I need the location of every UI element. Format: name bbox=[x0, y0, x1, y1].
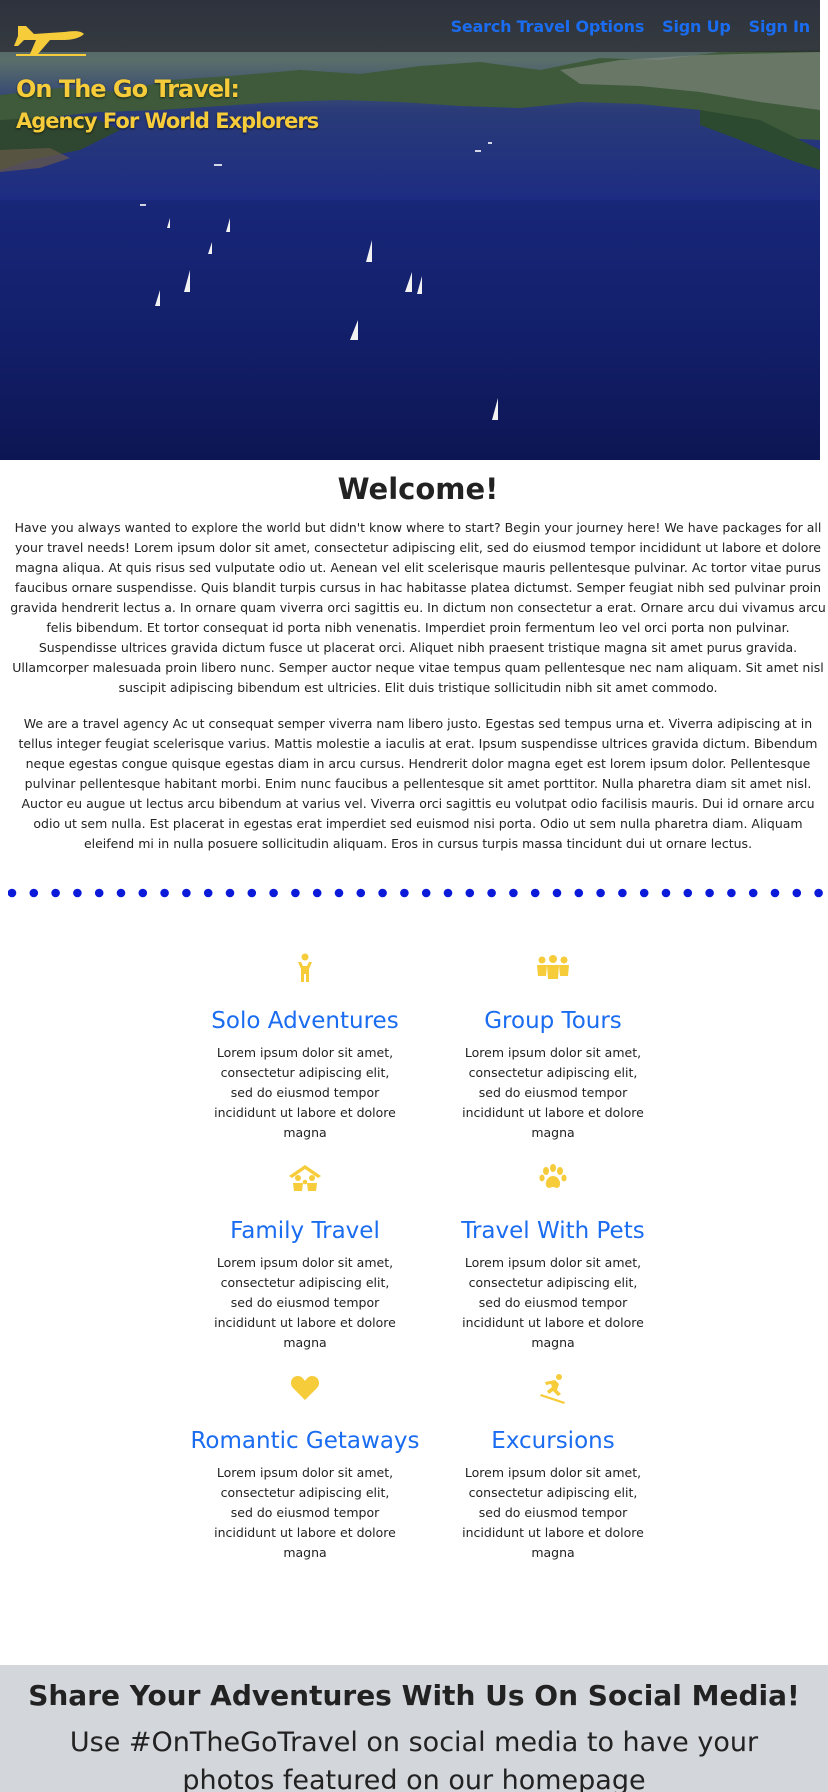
feature-title: Solo Adventures bbox=[211, 1008, 399, 1034]
heart-icon bbox=[290, 1376, 320, 1400]
airplane-logo-icon[interactable] bbox=[14, 16, 88, 56]
divider-dot bbox=[138, 888, 148, 898]
divider-dot bbox=[748, 888, 758, 898]
divider-dot bbox=[574, 888, 584, 898]
divider-dot bbox=[465, 888, 475, 898]
welcome-paragraph-1: Have you always wanted to explore the wo… bbox=[10, 520, 826, 695]
divider-dot bbox=[487, 888, 496, 898]
divider-dot bbox=[334, 888, 344, 898]
feature-card-solo-adventures[interactable]: Solo Adventures Lorem ipsum dolor sit am… bbox=[190, 952, 420, 1162]
divider-dot bbox=[94, 888, 104, 898]
divider-dot bbox=[29, 888, 39, 898]
divider-dot bbox=[73, 888, 82, 898]
nav-link-sign-in[interactable]: Sign In bbox=[749, 17, 811, 36]
feature-text: Lorem ipsum dolor sit amet, consectetur … bbox=[462, 1255, 644, 1350]
divider-dot bbox=[312, 888, 322, 898]
divider-dot bbox=[705, 888, 714, 898]
divider-dot bbox=[683, 888, 693, 898]
divider-dot bbox=[291, 888, 300, 898]
group-icon bbox=[537, 955, 569, 979]
feature-text: Lorem ipsum dolor sit amet, consectetur … bbox=[462, 1045, 644, 1140]
social-text: Use #OnTheGoTravel on social media to ha… bbox=[69, 1727, 759, 1792]
divider-dot bbox=[269, 888, 278, 898]
divider-dot bbox=[443, 888, 453, 898]
feature-text: Lorem ipsum dolor sit amet, consectetur … bbox=[214, 1465, 396, 1560]
feature-title: Travel With Pets bbox=[461, 1218, 645, 1244]
family-home-icon bbox=[289, 1165, 321, 1191]
feature-title: Romantic Getaways bbox=[190, 1428, 420, 1454]
top-navbar: Search Travel Options Sign Up Sign In bbox=[0, 0, 820, 56]
feature-text: Lorem ipsum dolor sit amet, consectetur … bbox=[462, 1465, 644, 1560]
feature-card-family-travel[interactable]: Family Travel Lorem ipsum dolor sit amet… bbox=[190, 1162, 420, 1372]
social-heading: Share Your Adventures With Us On Social … bbox=[28, 1679, 800, 1712]
divider-dot bbox=[596, 888, 605, 898]
divider-dot bbox=[727, 888, 736, 898]
nav-link-sign-up[interactable]: Sign Up bbox=[662, 17, 731, 36]
feature-card-romantic-getaways[interactable]: Romantic Getaways Lorem ipsum dolor sit … bbox=[190, 1372, 420, 1612]
hero-bay-image bbox=[0, 50, 820, 460]
divider-dot bbox=[203, 888, 213, 898]
divider-dot bbox=[552, 888, 562, 898]
solo-traveler-icon bbox=[298, 953, 312, 982]
brand-title: On The Go Travel: Agency For World Explo… bbox=[16, 73, 319, 137]
divider-dot bbox=[116, 888, 126, 898]
divider-dot bbox=[160, 888, 169, 898]
feature-card-travel-with-pets[interactable]: Travel With Pets Lorem ipsum dolor sit a… bbox=[438, 1162, 668, 1372]
divider-dot bbox=[356, 888, 366, 898]
brand-line-1: On The Go Travel: bbox=[16, 75, 240, 103]
feature-text: Lorem ipsum dolor sit amet, consectetur … bbox=[214, 1045, 396, 1140]
divider-dot bbox=[51, 888, 60, 898]
divider-dot bbox=[225, 888, 235, 898]
paw-icon bbox=[539, 1164, 567, 1188]
welcome-paragraph-2: We are a travel agency Ac ut consequat s… bbox=[18, 716, 818, 851]
feature-card-group-tours[interactable]: Group Tours Lorem ipsum dolor sit amet, … bbox=[438, 952, 668, 1162]
divider-dot bbox=[378, 888, 387, 898]
nav-link-search-travel-options[interactable]: Search Travel Options bbox=[451, 17, 645, 36]
social-media-section: Share Your Adventures With Us On Social … bbox=[0, 1665, 828, 1792]
divider-dot bbox=[639, 888, 649, 898]
feature-title: Family Travel bbox=[230, 1218, 380, 1244]
divider-dot bbox=[814, 888, 823, 898]
feature-text: Lorem ipsum dolor sit amet, consectetur … bbox=[214, 1255, 396, 1350]
features-grid: Solo Adventures Lorem ipsum dolor sit am… bbox=[190, 952, 670, 1612]
divider-dot bbox=[792, 888, 802, 898]
divider-dot bbox=[421, 888, 431, 898]
nav-links: Search Travel Options Sign Up Sign In bbox=[451, 17, 811, 36]
brand-line-2: Agency For World Explorers bbox=[16, 109, 319, 133]
divider-dot bbox=[618, 888, 627, 898]
divider-dot bbox=[661, 888, 671, 898]
feature-title: Group Tours bbox=[484, 1008, 622, 1034]
divider-dot bbox=[8, 888, 17, 898]
snowboarder-icon bbox=[540, 1374, 565, 1404]
divider-dot bbox=[509, 888, 518, 898]
feature-card-excursions[interactable]: Excursions Lorem ipsum dolor sit amet, c… bbox=[438, 1372, 668, 1612]
dotted-divider bbox=[8, 888, 823, 898]
welcome-section: Welcome! Have you always wanted to explo… bbox=[10, 470, 826, 870]
divider-dot bbox=[530, 888, 540, 898]
welcome-heading: Welcome! bbox=[337, 472, 499, 506]
feature-title: Excursions bbox=[491, 1428, 615, 1454]
hero-banner: Search Travel Options Sign Up Sign In On… bbox=[0, 0, 820, 460]
divider-dot bbox=[182, 888, 191, 898]
divider-dot bbox=[770, 888, 780, 898]
divider-dot bbox=[400, 888, 409, 898]
divider-dot bbox=[247, 888, 257, 898]
